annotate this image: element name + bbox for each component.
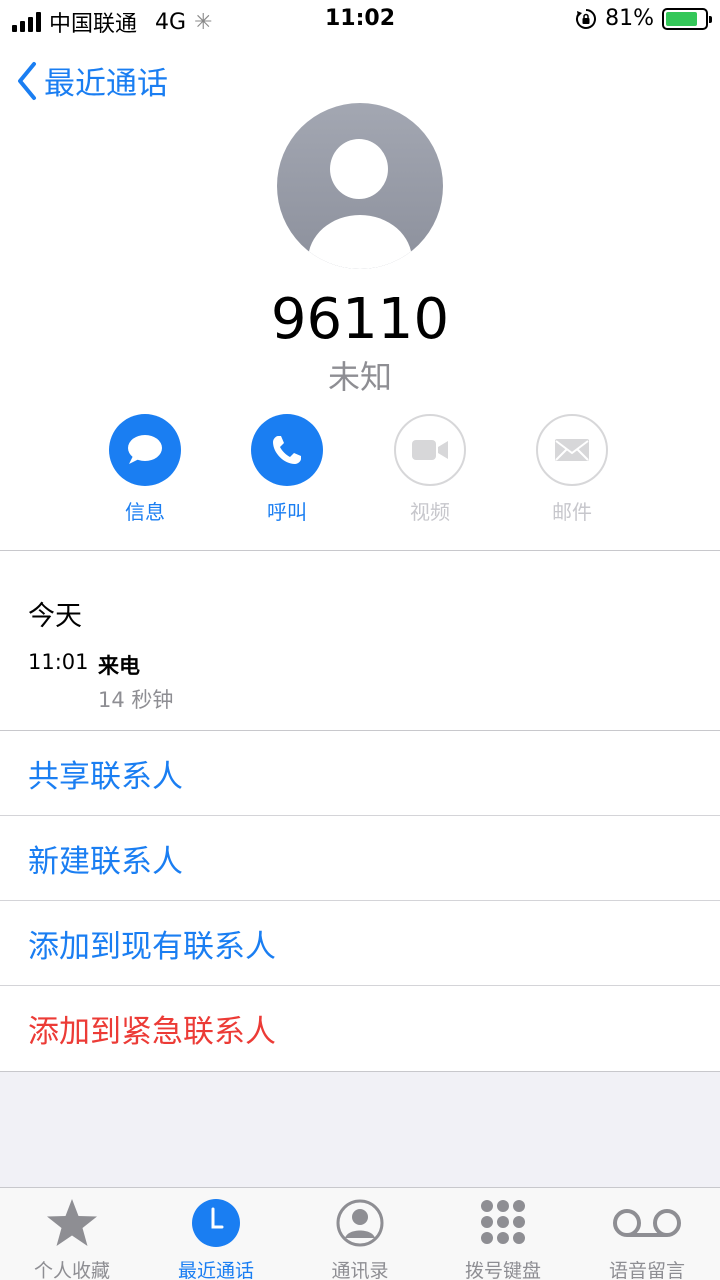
- status-bar: 中国联通 4G ✳ 11:02 81%: [0, 0, 720, 40]
- tab-label: 最近通话: [177, 1260, 254, 1280]
- voicemail-icon: [577, 1194, 717, 1252]
- back-label: 最近通话: [44, 66, 168, 102]
- battery-fill: [666, 11, 697, 26]
- tab-contacts[interactable]: 通讯录: [290, 1194, 430, 1280]
- keypad-icon: [433, 1194, 573, 1252]
- tab-keypad[interactable]: 拨号键盘: [433, 1194, 573, 1280]
- mail-icon: [536, 414, 608, 486]
- status-right: 81%: [575, 6, 712, 31]
- message-label: 信息: [125, 500, 165, 524]
- tab-voicemail[interactable]: 语音留言: [577, 1194, 717, 1280]
- video-label: 视频: [410, 500, 450, 524]
- add-to-emergency-contact-option[interactable]: 添加到紧急联系人: [0, 986, 720, 1071]
- mail-button[interactable]: 邮件: [527, 414, 617, 525]
- tab-label: 个人收藏: [33, 1260, 110, 1280]
- call-label: 呼叫: [267, 500, 307, 524]
- call-duration: 14 秒钟: [98, 688, 174, 712]
- phone-icon: [251, 414, 323, 486]
- tab-bar: 个人收藏 最近通话 通讯录 拨号键盘 语音留言: [0, 1187, 720, 1280]
- action-row: 信息 呼叫 视频 邮件: [0, 414, 720, 524]
- battery-percent: 81%: [605, 6, 654, 31]
- contact-avatar: [277, 103, 443, 269]
- clock-icon: [146, 1194, 286, 1252]
- mail-label: 邮件: [552, 500, 592, 524]
- new-contact-option[interactable]: 新建联系人: [0, 816, 720, 901]
- divider: [0, 550, 720, 551]
- video-icon: [394, 414, 466, 486]
- back-button[interactable]: 最近通话: [16, 58, 168, 103]
- share-contact-option[interactable]: 共享联系人: [0, 731, 720, 816]
- video-button[interactable]: 视频: [385, 414, 475, 525]
- call-button[interactable]: 呼叫: [242, 414, 332, 525]
- message-button[interactable]: 信息: [100, 414, 190, 525]
- battery-icon: [662, 7, 712, 30]
- contacts-icon: [290, 1194, 430, 1252]
- star-icon: [2, 1194, 142, 1252]
- message-icon: [109, 414, 181, 486]
- contact-label: 未知: [327, 358, 392, 396]
- call-type: 来电: [98, 654, 140, 678]
- tab-label: 语音留言: [608, 1260, 685, 1280]
- tab-recents[interactable]: 最近通话: [146, 1194, 286, 1280]
- history-date-title: 今天: [28, 601, 82, 632]
- phone-number: 96110: [270, 287, 450, 352]
- empty-background: [0, 1071, 720, 1187]
- tab-label: 通讯录: [331, 1260, 389, 1280]
- rotation-lock-icon: [576, 8, 597, 29]
- tab-label: 拨号键盘: [464, 1260, 541, 1280]
- add-to-existing-contact-option[interactable]: 添加到现有联系人: [0, 901, 720, 986]
- chevron-left-icon: [18, 61, 36, 100]
- call-time: 11:01: [28, 650, 89, 674]
- tab-favorites[interactable]: 个人收藏: [2, 1194, 142, 1280]
